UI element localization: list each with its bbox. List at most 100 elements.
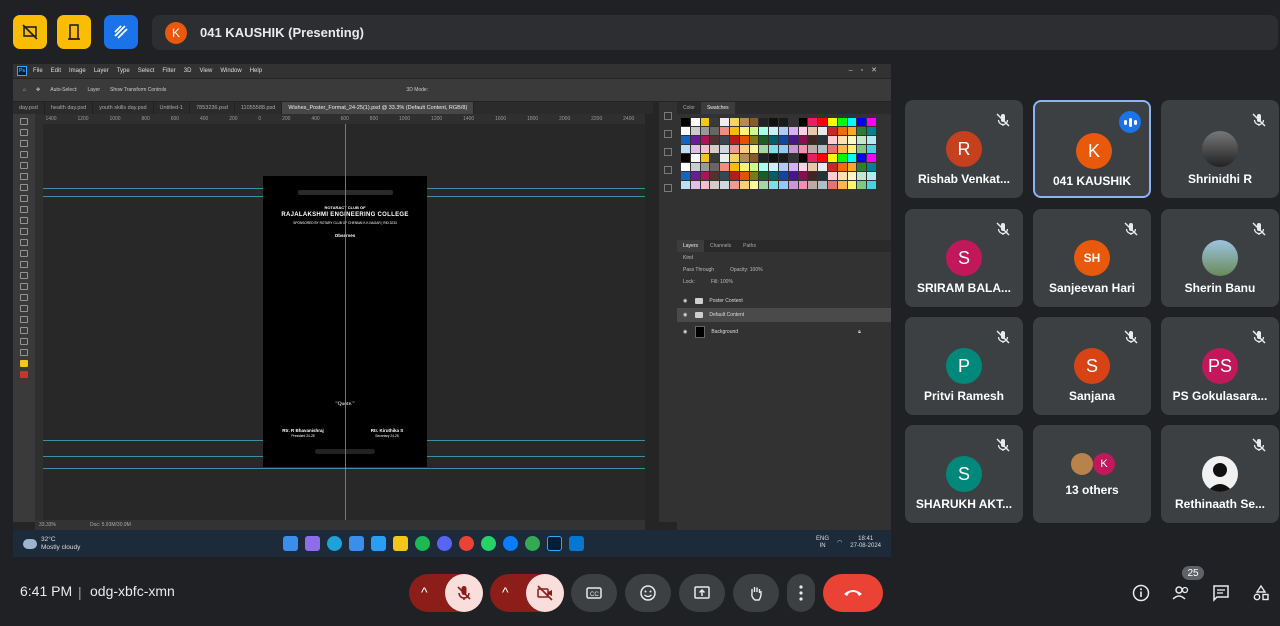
swatch-icon <box>739 136 749 144</box>
participant-tile[interactable]: S SHARUKH AKT... <box>905 425 1023 523</box>
swatch-icon <box>788 118 798 126</box>
swatch-icon <box>847 127 857 135</box>
participant-tile[interactable]: K 13 others <box>1033 425 1151 523</box>
chevron-up-icon[interactable]: ^ <box>502 584 509 600</box>
swatch-icon <box>720 136 729 144</box>
mic-off-icon <box>995 437 1011 453</box>
ruler-tick: 0 <box>258 116 262 122</box>
swatch-icon <box>720 145 729 153</box>
layer-name: Default Content <box>709 312 745 318</box>
participant-tile[interactable]: P Pritvi Ramesh <box>905 317 1023 415</box>
swatch-icon <box>798 172 808 180</box>
swatch-icon <box>690 118 700 126</box>
participant-tile[interactable]: PS PS Gokulasara... <box>1161 317 1279 415</box>
sig1-name: Rtr. R Bhavanishraj <box>282 428 324 433</box>
swatch-icon <box>729 163 739 171</box>
people-button[interactable] <box>1170 582 1192 604</box>
swatch-icon <box>710 118 720 126</box>
layer-row: ◉ Background 🔒︎ <box>677 322 891 342</box>
chevron-up-icon[interactable]: ^ <box>421 584 428 600</box>
swatch-icon <box>690 163 700 171</box>
tool-icon <box>20 151 28 158</box>
tool-icon <box>20 184 28 191</box>
mic-off-icon <box>457 586 471 600</box>
swatch-icon <box>759 163 769 171</box>
meeting-info-button[interactable] <box>1130 582 1152 604</box>
ruler-tick: 1800 <box>527 116 539 122</box>
more-options-button[interactable] <box>787 574 815 612</box>
leave-call-button[interactable] <box>823 574 883 612</box>
swatch-icon <box>710 145 720 153</box>
swatch-icon <box>700 154 710 162</box>
swatch-icon <box>857 154 867 162</box>
activity-hide-icon[interactable] <box>13 15 47 49</box>
swatch-icon <box>827 172 837 180</box>
folder-icon <box>695 312 704 318</box>
opacity-value: 100% <box>749 267 763 273</box>
ps-canvas: ROTARACT CLUB OF RAJALAKSHMI ENGINEERING… <box>43 124 645 520</box>
raise-hand-button[interactable] <box>733 574 779 612</box>
participant-tile[interactable]: Shrinidhi R <box>1161 100 1279 198</box>
participant-name: Shrinidhi R <box>1188 172 1252 186</box>
avatar: S <box>1074 348 1110 384</box>
ps-menu-item: Layer <box>93 68 109 74</box>
swatch-icon <box>700 163 710 171</box>
poster-signature-2: Rtr. Kiruthika S Secretary 24-25 <box>357 428 417 438</box>
ruler-tick: 600 <box>170 116 180 122</box>
participant-tile[interactable]: Rethinaath Se... <box>1161 425 1279 523</box>
avatar: K <box>1093 453 1115 475</box>
participant-tile[interactable]: Sherin Banu <box>1161 209 1279 307</box>
lang-2: IN <box>819 543 826 549</box>
chat-button[interactable] <box>1210 582 1232 604</box>
swatch-icon <box>778 163 788 171</box>
participant-tile[interactable]: R Rishab Venkat... <box>905 100 1023 198</box>
swatch-icon <box>749 172 759 180</box>
layers-panel: Layers Channels Paths Kind Pass Through … <box>677 240 891 530</box>
swatch-icon <box>778 145 788 153</box>
swatch-icon <box>690 172 700 180</box>
participant-tile[interactable]: S Sanjana <box>1033 317 1151 415</box>
layer-row: ◉ Poster Content <box>677 294 891 308</box>
tool-icon <box>20 228 28 235</box>
swatch-icon <box>778 172 788 180</box>
shared-screen: Ps File Edit Image Layer Type Select Fil… <box>13 64 891 557</box>
photos-icon <box>371 536 386 551</box>
swatch-icon <box>808 145 818 153</box>
tool-icon <box>20 349 28 356</box>
activities-button[interactable] <box>1250 582 1272 604</box>
swatch-icon <box>769 145 778 153</box>
swatch-icon <box>739 145 749 153</box>
door-icon[interactable] <box>57 15 91 49</box>
participant-tile[interactable]: S SRIRAM BALA... <box>905 209 1023 307</box>
avatar: P <box>946 348 982 384</box>
swatch-icon <box>690 127 700 135</box>
participant-tile[interactable]: K 041 KAUSHIK <box>1033 100 1151 198</box>
ruler-tick: 2400 <box>623 116 635 122</box>
reactions-button[interactable] <box>625 574 671 612</box>
camera-toggle-button[interactable] <box>526 574 564 612</box>
whiteboard-icon[interactable] <box>104 15 138 49</box>
eye-icon: ◉ <box>683 298 688 304</box>
window-controls-icon: –▫✕ <box>848 67 885 74</box>
participant-tile[interactable]: SH Sanjeevan Hari <box>1033 209 1151 307</box>
transform-controls-label: Show Transform Controls <box>110 87 167 93</box>
swatch-icon <box>837 136 847 144</box>
ps-menu-item: 3D <box>183 68 192 74</box>
swatch-icon <box>847 181 857 189</box>
swatch-icon <box>681 127 690 135</box>
panel-icon <box>664 130 672 138</box>
swatch-icon <box>867 127 876 135</box>
tab-layers: Layers <box>677 240 705 252</box>
mic-off-icon <box>1251 221 1267 237</box>
chat-icon <box>1213 585 1229 602</box>
swatch-icon <box>769 127 778 135</box>
present-button[interactable] <box>679 574 725 612</box>
swatch-icon <box>690 154 700 162</box>
zoom-level: 33.33% <box>39 522 56 528</box>
swatch-icon <box>690 136 700 144</box>
participant-name: 041 KAUSHIK <box>1052 174 1132 188</box>
ps-menu-item: Type <box>116 68 130 74</box>
mic-toggle-button[interactable] <box>445 574 483 612</box>
people-icon <box>1172 586 1189 600</box>
captions-button[interactable]: CC <box>571 574 617 612</box>
